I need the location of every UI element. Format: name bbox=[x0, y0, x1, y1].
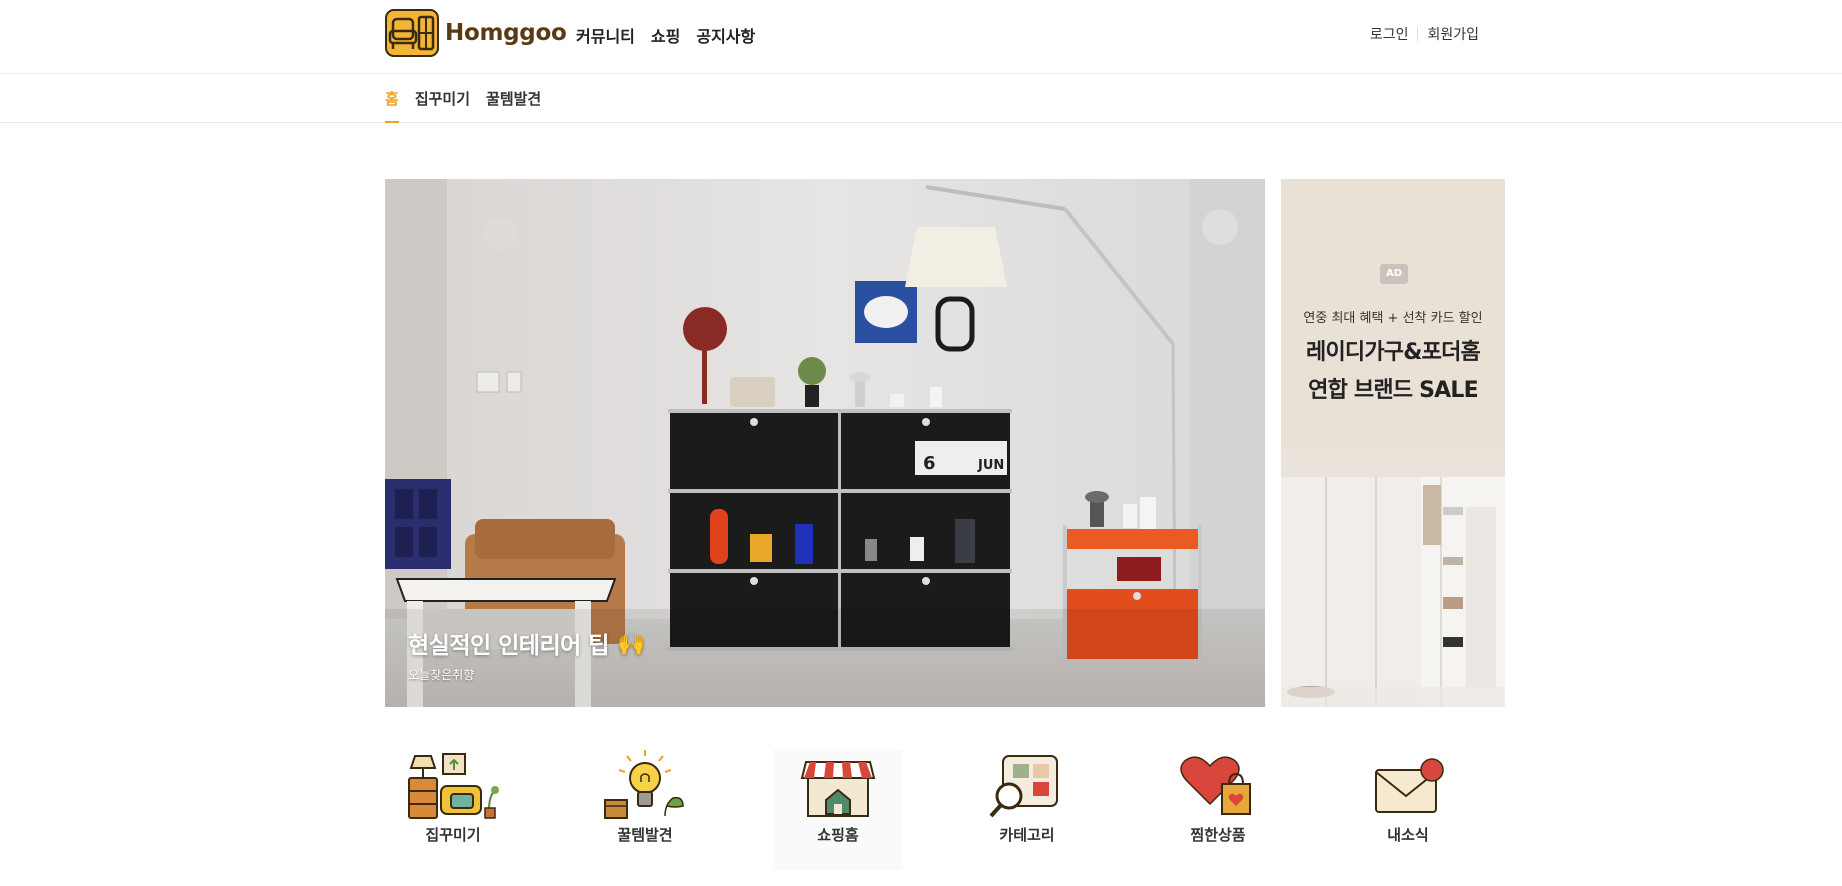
nav-shopping[interactable]: 쇼핑 bbox=[651, 23, 680, 47]
brand-logo[interactable]: Homggoo bbox=[385, 9, 567, 57]
lightbulb-icon bbox=[604, 750, 684, 819]
category-my-news[interactable]: 내소식 bbox=[1343, 750, 1473, 870]
category-categories[interactable]: 카테고리 bbox=[962, 750, 1092, 870]
category-finds[interactable]: 꿀템발견 bbox=[580, 750, 710, 870]
category-label: 찜한상품 bbox=[1190, 826, 1246, 844]
category-wishlist[interactable]: 찜한상품 bbox=[1153, 750, 1283, 870]
svg-text:JUN: JUN bbox=[977, 458, 1004, 473]
auth-links: 로그인 회원가입 bbox=[1370, 24, 1479, 44]
brand-name: Homggoo bbox=[445, 20, 567, 46]
hero-subtitle: 오늘찾은취향 bbox=[408, 668, 475, 682]
tab-home[interactable]: 홈 bbox=[385, 88, 399, 123]
category-shortcuts: 집꾸미기 꿀템발견 쇼핑홈 카테고리 찜한상품 내소식 bbox=[385, 750, 1505, 870]
signup-link[interactable]: 회원가입 bbox=[1427, 24, 1479, 44]
hero-title: 현실적인 인테리어 팁 🙌 bbox=[408, 626, 646, 660]
sub-nav: 홈 집꾸미기 꿀템발견 bbox=[0, 74, 1842, 123]
ad-headline-line2: 연합 브랜드 SALE bbox=[1308, 378, 1478, 403]
hero-title-text: 현실적인 인테리어 팁 bbox=[408, 633, 609, 659]
mail-notification-icon bbox=[1375, 758, 1444, 813]
hero-caption: 현실적인 인테리어 팁 🙌 오늘찾은취향 bbox=[408, 626, 646, 683]
category-label: 꿀템발견 bbox=[617, 826, 673, 844]
top-header: Homggoo 커뮤니티 쇼핑 공지사항 로그인 회원가입 bbox=[0, 0, 1842, 74]
category-label: 집꾸미기 bbox=[425, 826, 481, 844]
store-icon bbox=[800, 761, 876, 817]
nav-community[interactable]: 커뮤니티 bbox=[576, 23, 635, 47]
ad-headline: 레이디가구&포더홈 연합 브랜드 SALE bbox=[1281, 334, 1505, 410]
tab-finds[interactable]: 꿀템발견 bbox=[486, 88, 541, 123]
ad-headline-line1: 레이디가구&포더홈 bbox=[1306, 340, 1481, 365]
sofa-logo-icon bbox=[385, 9, 439, 57]
heart-bag-icon bbox=[1180, 756, 1251, 815]
tab-decorating[interactable]: 집꾸미기 bbox=[415, 88, 470, 123]
ad-promo-text: 연중 최대 혜택 + 선착 카드 할인 bbox=[1303, 311, 1483, 326]
ad-badge: AD bbox=[1380, 264, 1408, 284]
category-decorating[interactable]: 집꾸미기 bbox=[388, 750, 518, 870]
hero-banner[interactable]: 6 JUN 현실적인 인테리어 팁 🙌 오늘찾은취향 bbox=[385, 179, 1265, 707]
furniture-icon bbox=[408, 753, 499, 819]
ad-banner[interactable]: AD 연중 최대 혜택 + 선착 카드 할인 레이디가구&포더홈 연합 브랜드 … bbox=[1281, 179, 1505, 707]
main-nav: 커뮤니티 쇼핑 공지사항 bbox=[576, 23, 755, 47]
nav-notice[interactable]: 공지사항 bbox=[696, 23, 755, 47]
category-label: 카테고리 bbox=[999, 826, 1055, 844]
svg-text:6: 6 bbox=[923, 453, 936, 474]
ad-wardrobe-image bbox=[1281, 447, 1505, 707]
category-shop-home[interactable]: 쇼핑홈 bbox=[773, 750, 903, 870]
login-link[interactable]: 로그인 bbox=[1370, 24, 1409, 44]
category-search-icon bbox=[989, 755, 1058, 818]
raised-hands-icon: 🙌 bbox=[616, 630, 646, 657]
category-label: 쇼핑홈 bbox=[817, 826, 859, 844]
category-label: 내소식 bbox=[1387, 826, 1429, 844]
auth-divider bbox=[1417, 27, 1419, 41]
